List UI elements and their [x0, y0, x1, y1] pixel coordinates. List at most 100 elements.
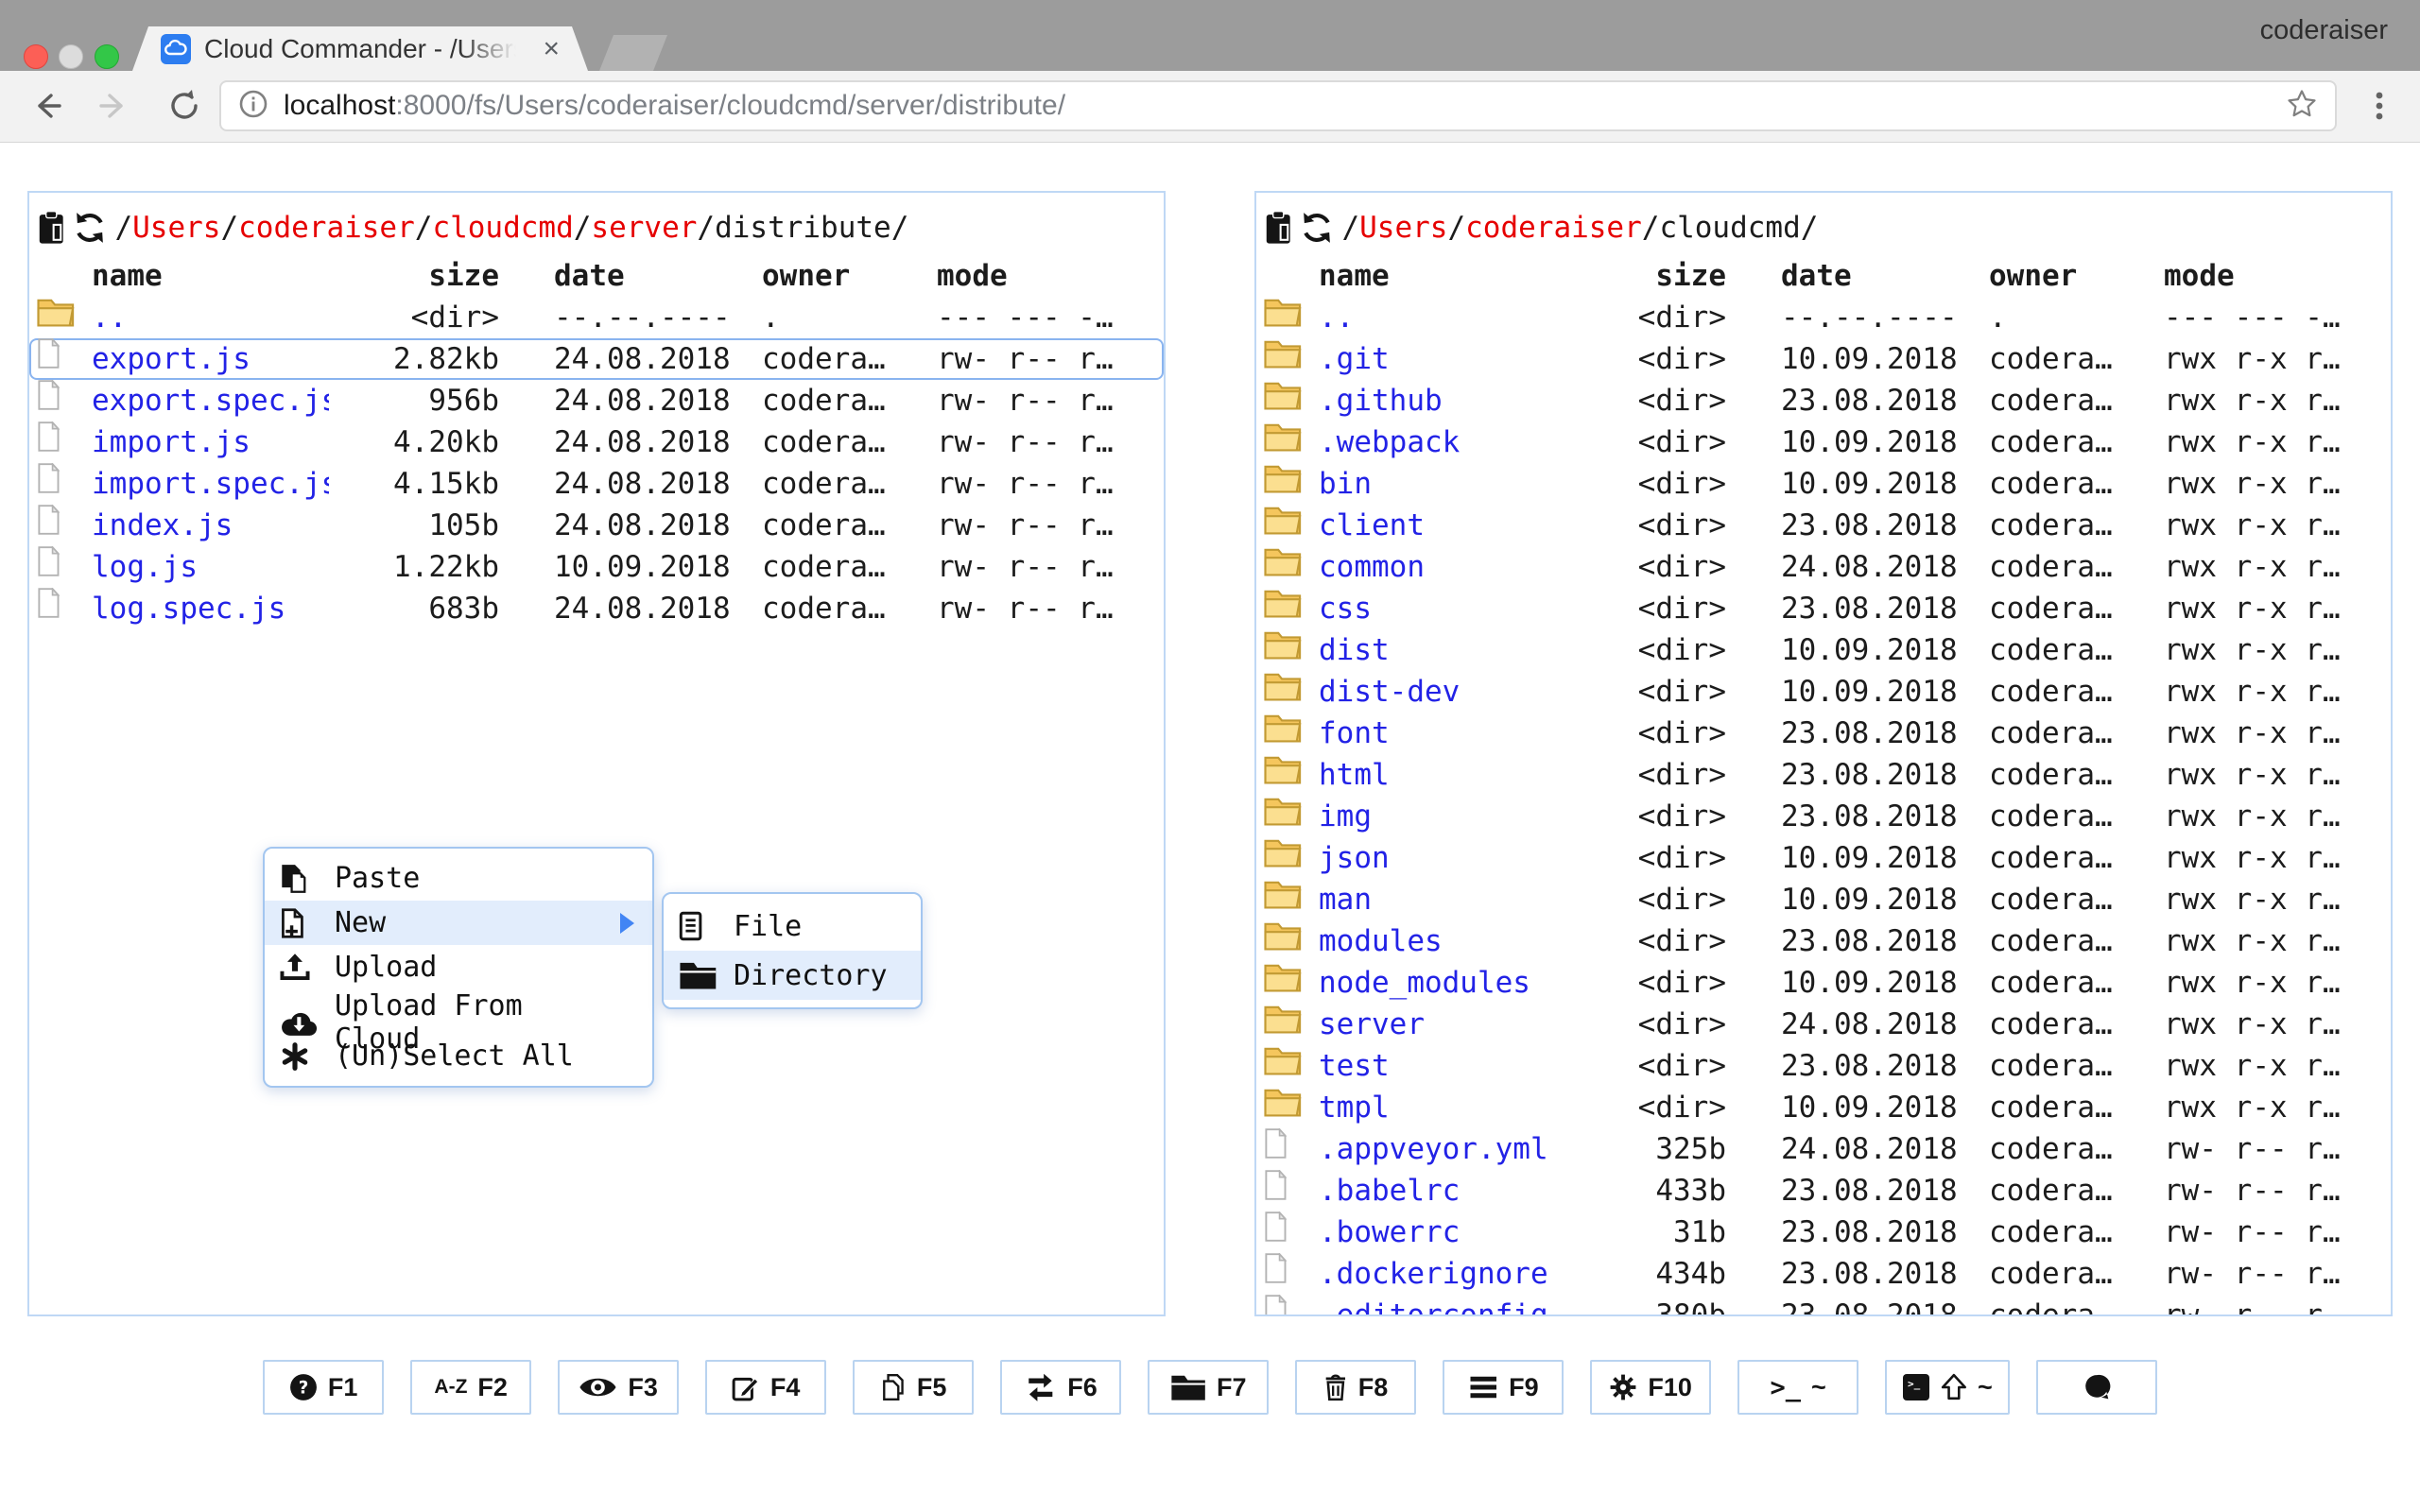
path-segment[interactable]: cloudcmd: [432, 211, 573, 245]
file-link[interactable]: .git: [1319, 342, 1390, 376]
file-link[interactable]: css: [1319, 592, 1372, 626]
chat-button[interactable]: [2036, 1360, 2157, 1415]
file-row[interactable]: index.js105b24.08.2018codera…rw- r-- r…: [29, 505, 1164, 546]
file-link[interactable]: common: [1319, 550, 1425, 584]
file-row[interactable]: server<dir>24.08.2018codera…rwx r-x r…: [1256, 1004, 2391, 1045]
menu-item-upload-from-cloud[interactable]: Upload From Cloud: [265, 989, 652, 1034]
clipboard-icon[interactable]: [1264, 211, 1292, 245]
file-row[interactable]: tmpl<dir>10.09.2018codera…rwx r-x r…: [1256, 1087, 2391, 1128]
file-row[interactable]: json<dir>10.09.2018codera…rwx r-x r…: [1256, 837, 2391, 879]
minimize-window-button[interactable]: [59, 44, 83, 69]
file-row[interactable]: .git<dir>10.09.2018codera…rwx r-x r…: [1256, 338, 2391, 380]
column-header-name[interactable]: name: [1302, 255, 1556, 297]
new-dir-button[interactable]: F7: [1148, 1360, 1269, 1415]
file-link[interactable]: font: [1319, 716, 1390, 750]
file-link[interactable]: export.js: [92, 342, 251, 376]
fullscreen-window-button[interactable]: [95, 44, 119, 69]
file-row[interactable]: man<dir>10.09.2018codera…rwx r-x r…: [1256, 879, 2391, 920]
new-tab-button[interactable]: [599, 35, 667, 71]
clipboard-icon[interactable]: [37, 211, 65, 245]
file-row[interactable]: .bowerrc31b23.08.2018codera…rw- r-- r…: [1256, 1211, 2391, 1253]
file-link[interactable]: test: [1319, 1049, 1390, 1083]
file-row[interactable]: ..<dir>--.--.----.--- --- -…: [1256, 297, 2391, 338]
file-row[interactable]: node_modules<dir>10.09.2018codera…rwx r-…: [1256, 962, 2391, 1004]
file-row[interactable]: export.js2.82kb24.08.2018codera…rw- r-- …: [29, 338, 1164, 380]
file-link[interactable]: bin: [1319, 467, 1372, 501]
file-link[interactable]: html: [1319, 758, 1390, 792]
file-row[interactable]: .webpack<dir>10.09.2018codera…rwx r-x r…: [1256, 421, 2391, 463]
file-row[interactable]: css<dir>23.08.2018codera…rwx r-x r…: [1256, 588, 2391, 629]
panel-path[interactable]: /Users/coderaiser/cloudcmd/server/distri…: [114, 211, 908, 245]
column-header-size[interactable]: size: [329, 255, 499, 297]
file-row[interactable]: font<dir>23.08.2018codera…rwx r-x r…: [1256, 713, 2391, 754]
column-header-mode[interactable]: mode: [894, 255, 1164, 297]
file-link[interactable]: import.js: [92, 425, 251, 459]
terminal-button[interactable]: >_~: [1885, 1360, 2010, 1415]
file-row[interactable]: export.spec.js956b24.08.2018codera…rw- r…: [29, 380, 1164, 421]
file-link[interactable]: .babelrc: [1319, 1174, 1460, 1208]
delete-button[interactable]: F8: [1295, 1360, 1416, 1415]
url-bar[interactable]: localhost :8000/fs/Users/coderaiser/clou…: [219, 80, 2337, 131]
menu-item-upload[interactable]: Upload: [265, 945, 652, 989]
file-link[interactable]: log.spec.js: [92, 592, 285, 626]
menu-button[interactable]: F9: [1443, 1360, 1564, 1415]
file-row[interactable]: modules<dir>23.08.2018codera…rwx r-x r…: [1256, 920, 2391, 962]
file-link[interactable]: man: [1319, 883, 1372, 917]
menu-item-new[interactable]: New: [265, 901, 652, 945]
path-segment[interactable]: coderaiser: [1465, 211, 1642, 245]
help-button[interactable]: ?F1: [263, 1360, 384, 1415]
column-header-owner[interactable]: owner: [736, 255, 894, 297]
path-segment[interactable]: coderaiser: [238, 211, 415, 245]
browser-tab[interactable]: Cloud Commander - /Users/co ×: [132, 26, 588, 71]
file-link[interactable]: dist-dev: [1319, 675, 1460, 709]
file-link[interactable]: import.spec.js: [92, 467, 329, 501]
file-link[interactable]: ..: [92, 301, 127, 335]
file-link[interactable]: log.js: [92, 550, 198, 584]
menu-item-un-select-all[interactable]: (Un)Select All: [265, 1034, 652, 1078]
file-row[interactable]: log.js1.22kb10.09.2018codera…rw- r-- r…: [29, 546, 1164, 588]
file-row[interactable]: import.spec.js4.15kb24.08.2018codera…rw-…: [29, 463, 1164, 505]
file-row[interactable]: html<dir>23.08.2018codera…rwx r-x r…: [1256, 754, 2391, 796]
file-row[interactable]: client<dir>23.08.2018codera…rwx r-x r…: [1256, 505, 2391, 546]
file-link[interactable]: export.spec.js: [92, 384, 329, 418]
file-link[interactable]: img: [1319, 799, 1372, 833]
refresh-icon[interactable]: [73, 211, 107, 245]
file-link[interactable]: server: [1319, 1007, 1425, 1041]
file-row[interactable]: import.js4.20kb24.08.2018codera…rw- r-- …: [29, 421, 1164, 463]
tab-close-icon[interactable]: ×: [543, 35, 560, 63]
file-link[interactable]: ..: [1319, 301, 1354, 335]
file-link[interactable]: .appveyor.yml: [1319, 1132, 1548, 1166]
submenu-item-file[interactable]: File: [664, 902, 921, 951]
move-button[interactable]: F6: [1000, 1360, 1121, 1415]
column-header-date[interactable]: date: [499, 255, 736, 297]
bookmark-star-icon[interactable]: [2286, 88, 2318, 125]
file-row[interactable]: test<dir>23.08.2018codera…rwx r-x r…: [1256, 1045, 2391, 1087]
file-link[interactable]: .webpack: [1319, 425, 1460, 459]
close-window-button[interactable]: [24, 44, 48, 69]
file-row[interactable]: log.spec.js683b24.08.2018codera…rw- r-- …: [29, 588, 1164, 629]
back-icon[interactable]: [28, 88, 64, 124]
column-header-date[interactable]: date: [1726, 255, 1963, 297]
file-row[interactable]: ..<dir>--.--.----.--- --- -…: [29, 297, 1164, 338]
reload-icon[interactable]: [166, 88, 202, 124]
file-link[interactable]: client: [1319, 508, 1425, 542]
path-segment[interactable]: server: [591, 211, 697, 245]
edit-button[interactable]: F4: [705, 1360, 826, 1415]
path-segment[interactable]: Users: [132, 211, 220, 245]
file-link[interactable]: modules: [1319, 924, 1443, 958]
path-segment[interactable]: Users: [1359, 211, 1447, 245]
column-header-size[interactable]: size: [1556, 255, 1726, 297]
copy-button[interactable]: F5: [853, 1360, 974, 1415]
file-link[interactable]: index.js: [92, 508, 233, 542]
column-header-name[interactable]: name: [75, 255, 329, 297]
file-link[interactable]: .dockerignore: [1319, 1257, 1548, 1291]
view-button[interactable]: F3: [558, 1360, 679, 1415]
file-row[interactable]: .babelrc433b23.08.2018codera…rw- r-- r…: [1256, 1170, 2391, 1211]
browser-menu-icon[interactable]: [2361, 88, 2397, 124]
file-link[interactable]: .editorconfig: [1319, 1298, 1548, 1316]
file-row[interactable]: .dockerignore434b23.08.2018codera…rw- r-…: [1256, 1253, 2391, 1295]
refresh-icon[interactable]: [1300, 211, 1334, 245]
file-row[interactable]: dist-dev<dir>10.09.2018codera…rwx r-x r…: [1256, 671, 2391, 713]
file-link[interactable]: dist: [1319, 633, 1390, 667]
file-row[interactable]: dist<dir>10.09.2018codera…rwx r-x r…: [1256, 629, 2391, 671]
